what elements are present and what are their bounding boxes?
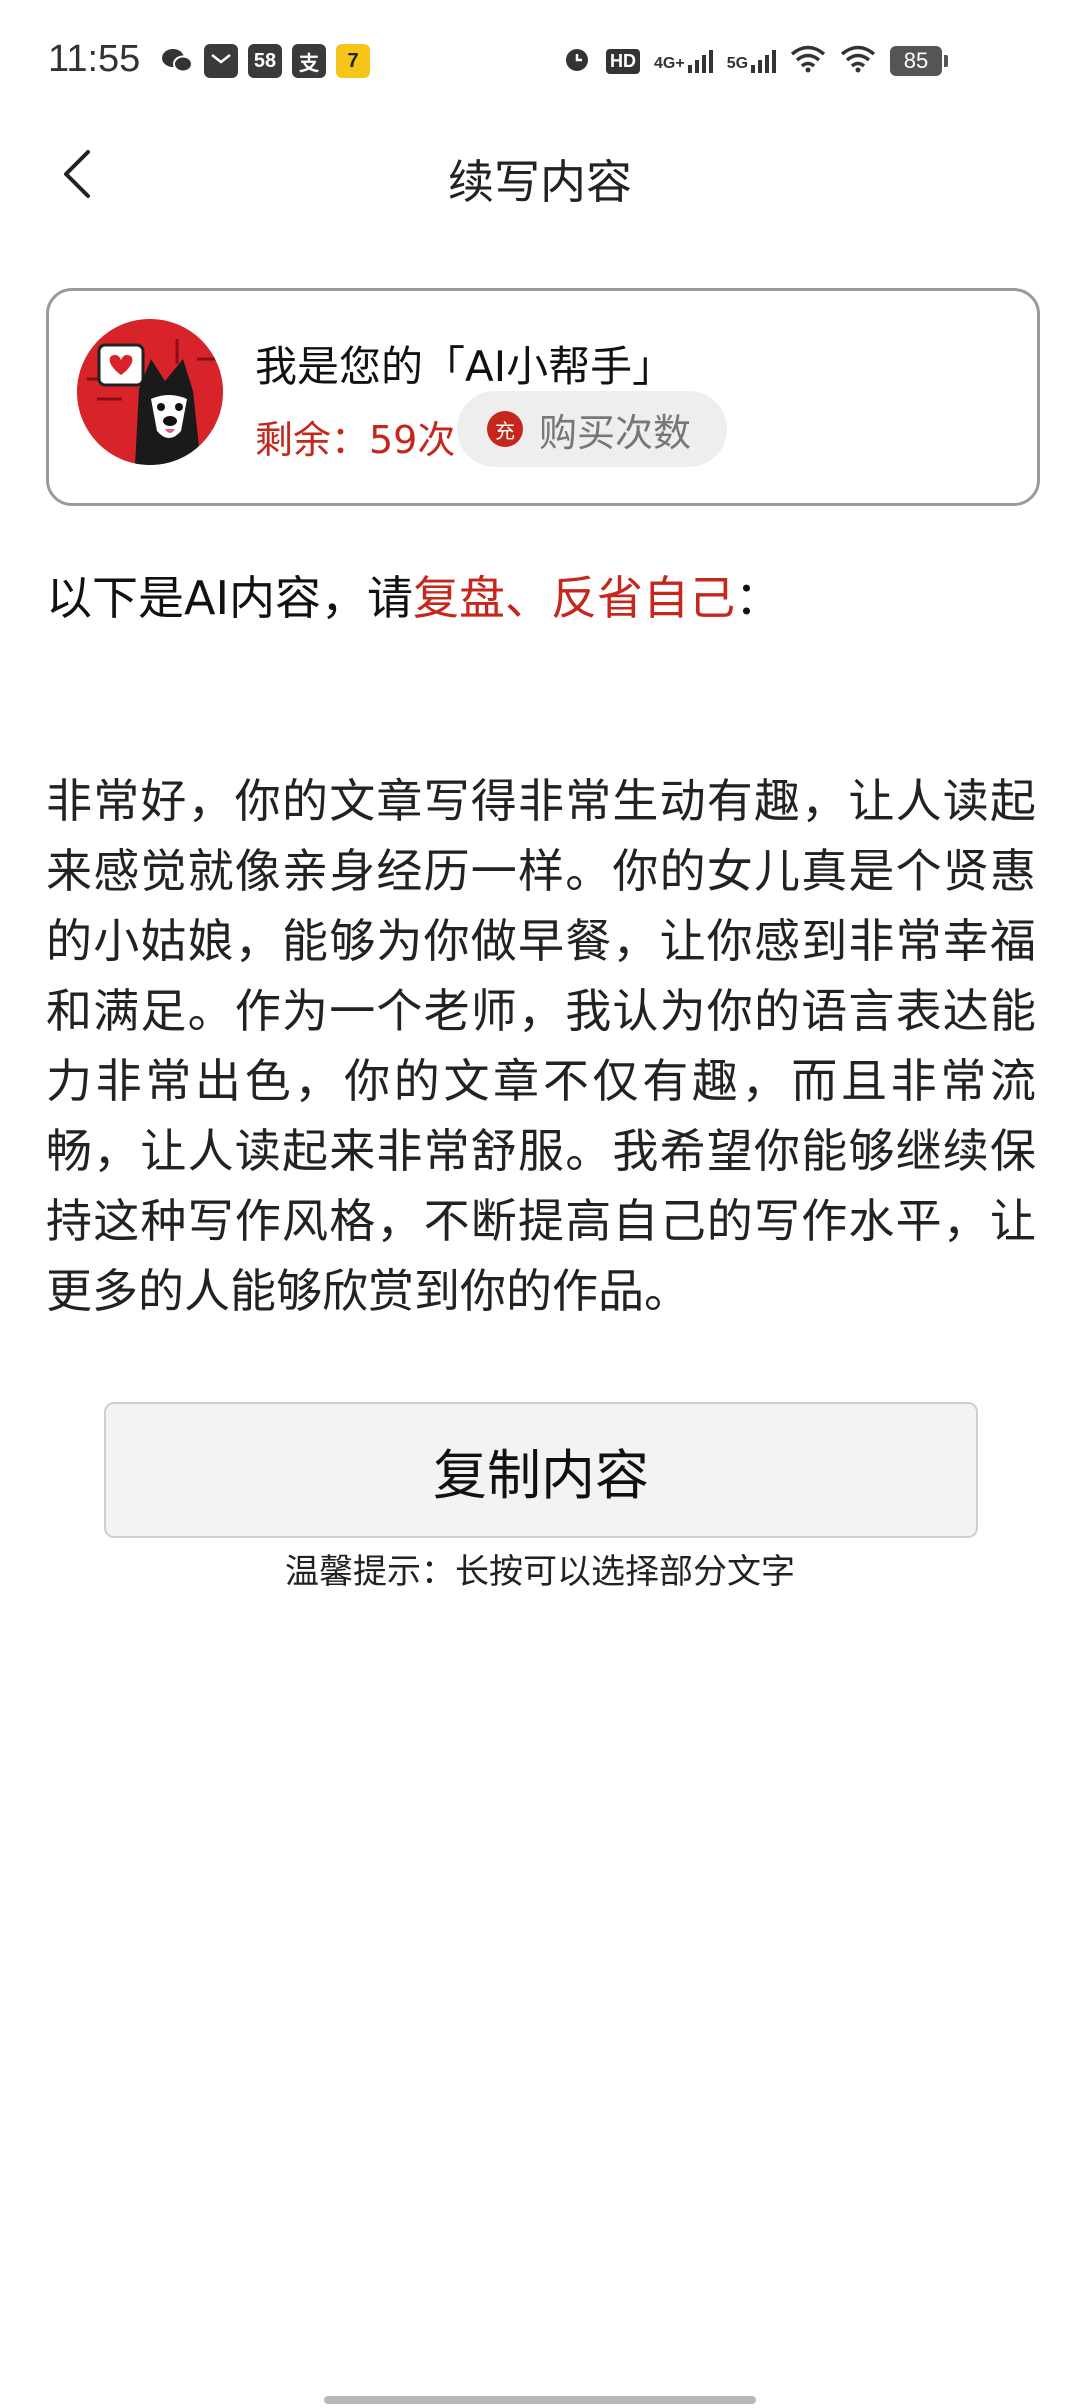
alipay-icon: 支 [292,44,326,78]
copy-content-button[interactable]: 复制内容 [104,1402,978,1538]
tip-text: 温馨提示：长按可以选择部分文字 [285,1552,795,1592]
page-title: 续写内容 [448,155,632,209]
wifi-icon-2 [840,45,876,77]
buy-times-button[interactable]: 充 购买次数 [457,391,727,467]
ai-content-text[interactable]: 非常好，你的文章写得非常生动有趣，让人读起来感觉就像亲身经历一样。你的女儿真是个… [46,766,1036,1326]
58-app-icon: 58 [248,44,282,78]
wechat-icon [160,44,194,78]
buy-times-label: 购买次数 [539,410,692,455]
assistant-card: 我是您的「AI小帮手」 剩余：59次 充 购买次数 [46,288,1040,506]
intro-highlight: 复盘、反省自己 [413,571,736,625]
notification-icons: 58 支 7 [160,44,370,78]
battery-icon: 85 [890,46,949,76]
assistant-title: 我是您的「AI小帮手」 [255,342,675,391]
game-app-icon: 7 [336,44,370,78]
status-bar: 11:55 58 支 7 HD 4G+ 5G 85 [0,0,1080,120]
hd-icon: HD [606,48,640,74]
dog-mascot-icon [77,319,223,465]
status-time: 11:55 [48,38,141,80]
avatar [77,319,223,465]
intro-prefix: 以下是AI内容，请 [46,571,414,625]
4g-signal-icon: 4G+ [654,49,713,73]
mail-icon [204,44,238,78]
intro-suffix: ： [735,571,782,625]
header: 续写内容 [0,120,1080,230]
5g-signal-icon: 5G [727,49,777,73]
alarm-icon [562,44,592,78]
system-icons: HD 4G+ 5G 85 [562,44,949,78]
intro-text: 以下是AI内容，请复盘、反省自己： [46,562,781,628]
home-indicator[interactable] [324,2396,756,2404]
wifi-icon [790,45,826,77]
remaining-count: 剩余：59次 [255,418,456,462]
charge-icon: 充 [487,411,523,447]
